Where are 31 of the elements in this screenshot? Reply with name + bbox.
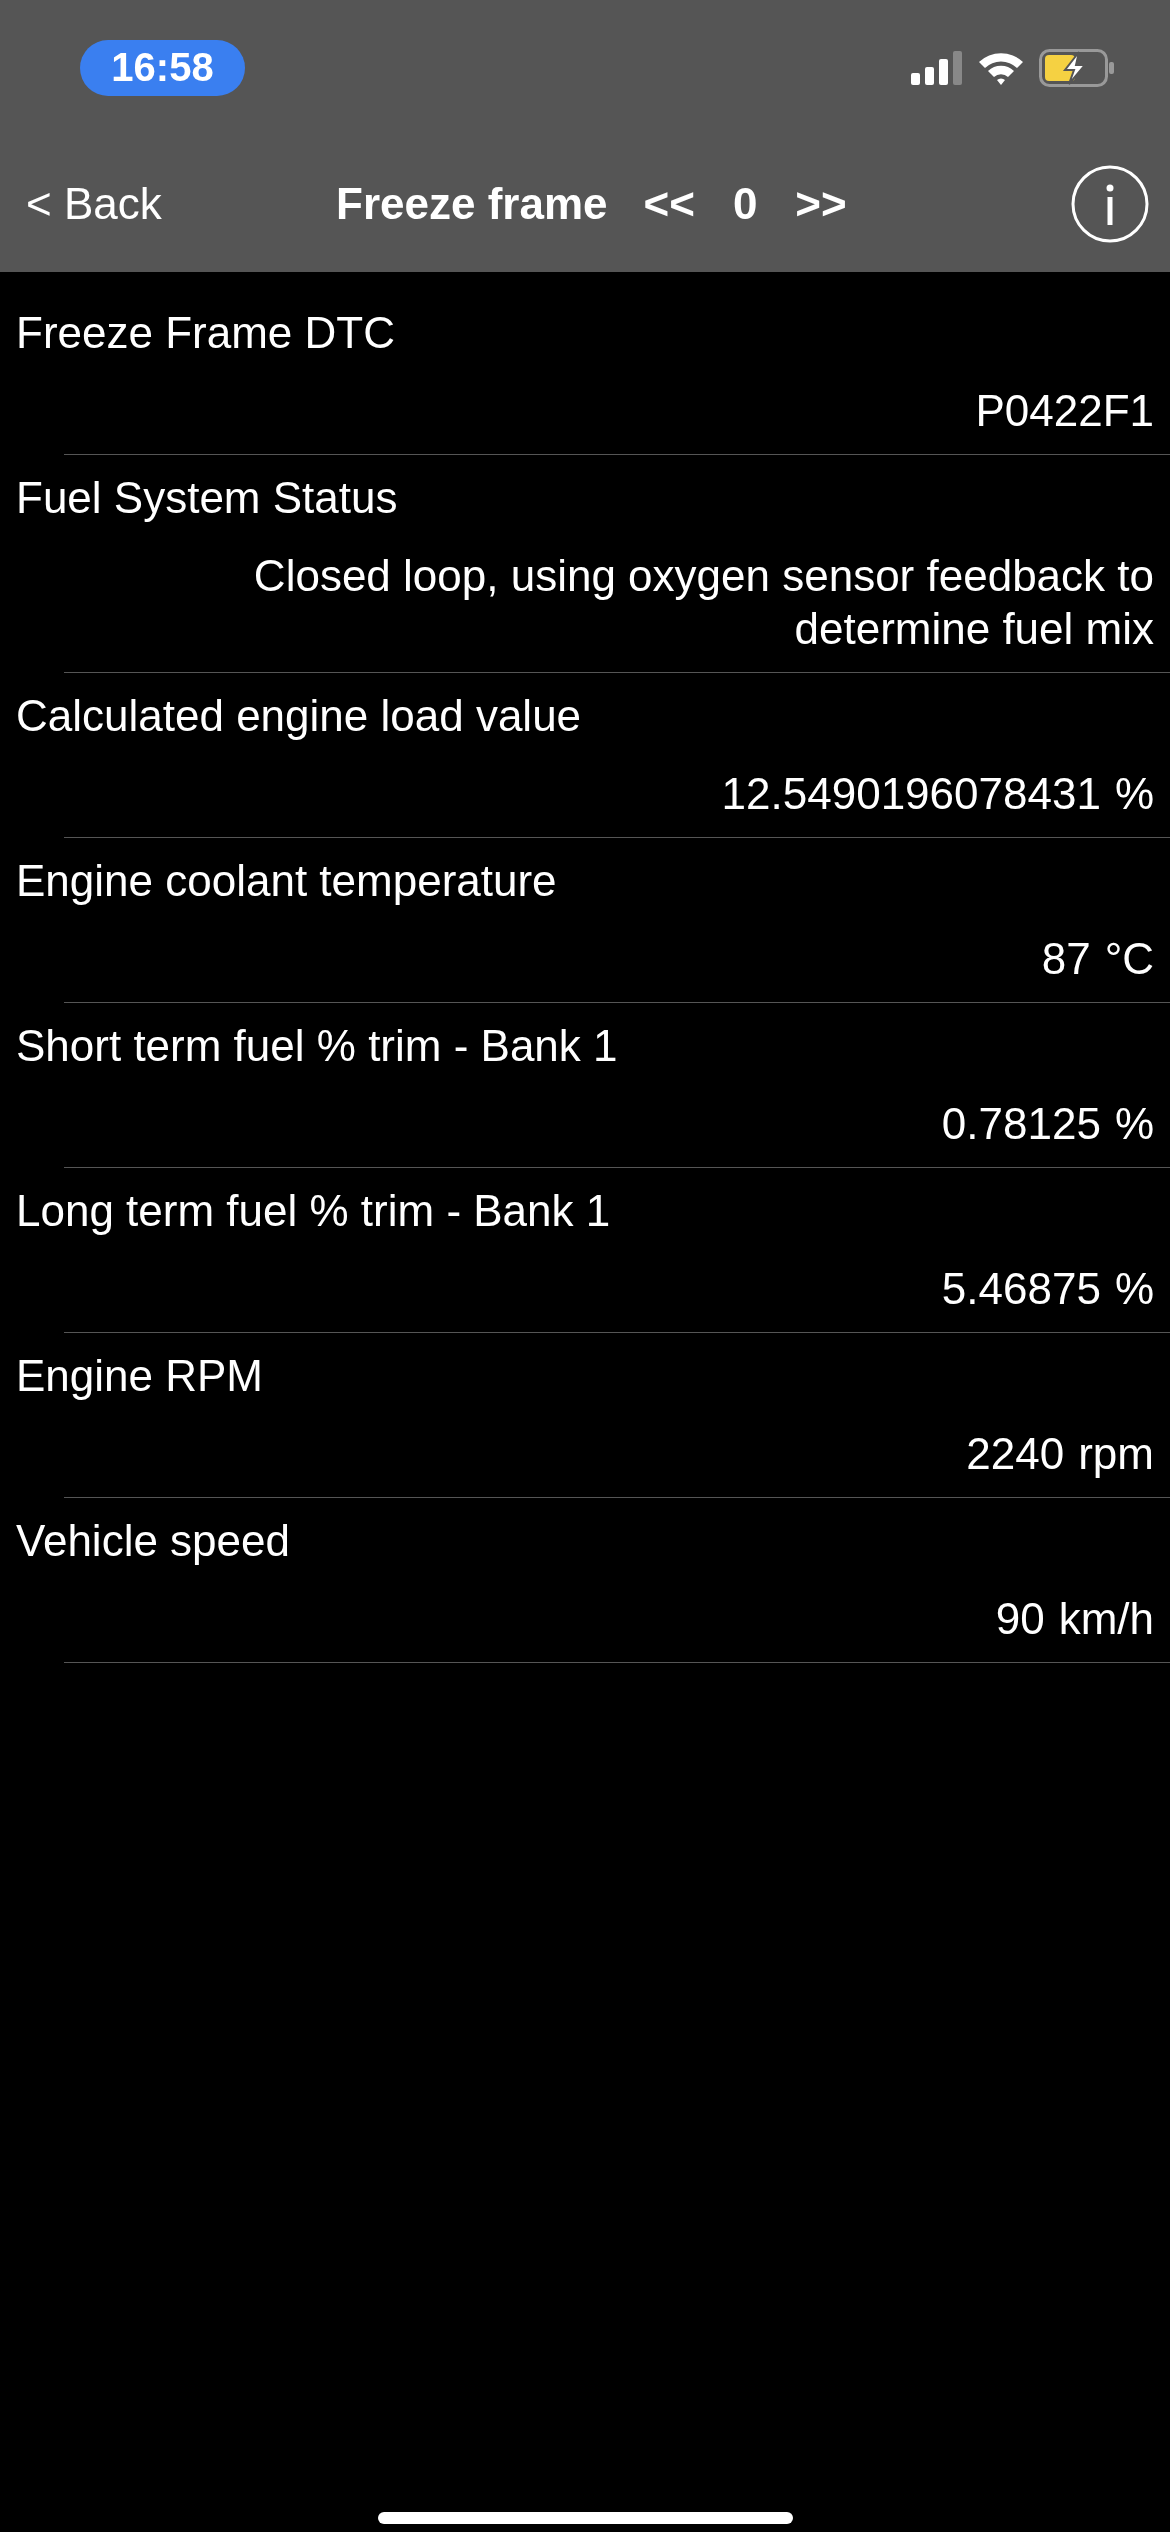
next-frame-button[interactable]: >> <box>795 178 847 229</box>
parameter-label: Engine RPM <box>16 1350 264 1402</box>
parameter-value: Closed loop, using oxygen sensor feedback to determine fuel mix <box>252 550 1154 655</box>
previous-frame-button[interactable]: << <box>643 178 695 229</box>
parameter-label: Calculated engine load value <box>16 690 583 742</box>
parameter-unit: rpm <box>1078 1428 1154 1480</box>
parameter-label: Short term fuel % trim - Bank 1 <box>16 1020 619 1072</box>
parameter-value: 12.5490196078431 <box>721 768 1101 820</box>
battery-charging-icon <box>1039 48 1115 87</box>
info-icon[interactable] <box>1070 163 1150 244</box>
parameter-unit: % <box>1114 1263 1154 1315</box>
back-button[interactable]: < Back <box>26 178 162 229</box>
parameter-label: Freeze Frame DTC <box>16 307 396 359</box>
parameter-value: P0422F1 <box>975 385 1154 437</box>
parameter-label: Engine coolant temperature <box>16 855 558 907</box>
parameter-unit: % <box>1114 768 1154 820</box>
parameter-value: 0.78125 <box>941 1098 1101 1150</box>
parameter-label: Long term fuel % trim - Bank 1 <box>16 1185 612 1237</box>
parameter-unit: °C <box>1104 933 1154 985</box>
parameter-unit: km/h <box>1058 1593 1154 1645</box>
frame-number: 0 <box>732 178 758 229</box>
parameter-label: Fuel System Status <box>16 472 399 524</box>
parameter-label: Vehicle speed <box>16 1515 291 1567</box>
status-time: 16:58 <box>80 39 245 96</box>
parameter-value: 5.46875 <box>941 1263 1101 1315</box>
parameter-value: 2240 <box>966 1428 1065 1480</box>
signal-icon <box>911 50 963 85</box>
parameter-value: 87 <box>1041 933 1091 985</box>
screen-title: Freeze frame <box>336 178 608 229</box>
parameter-value: 90 <box>995 1593 1045 1645</box>
parameter-unit: % <box>1114 1098 1154 1150</box>
